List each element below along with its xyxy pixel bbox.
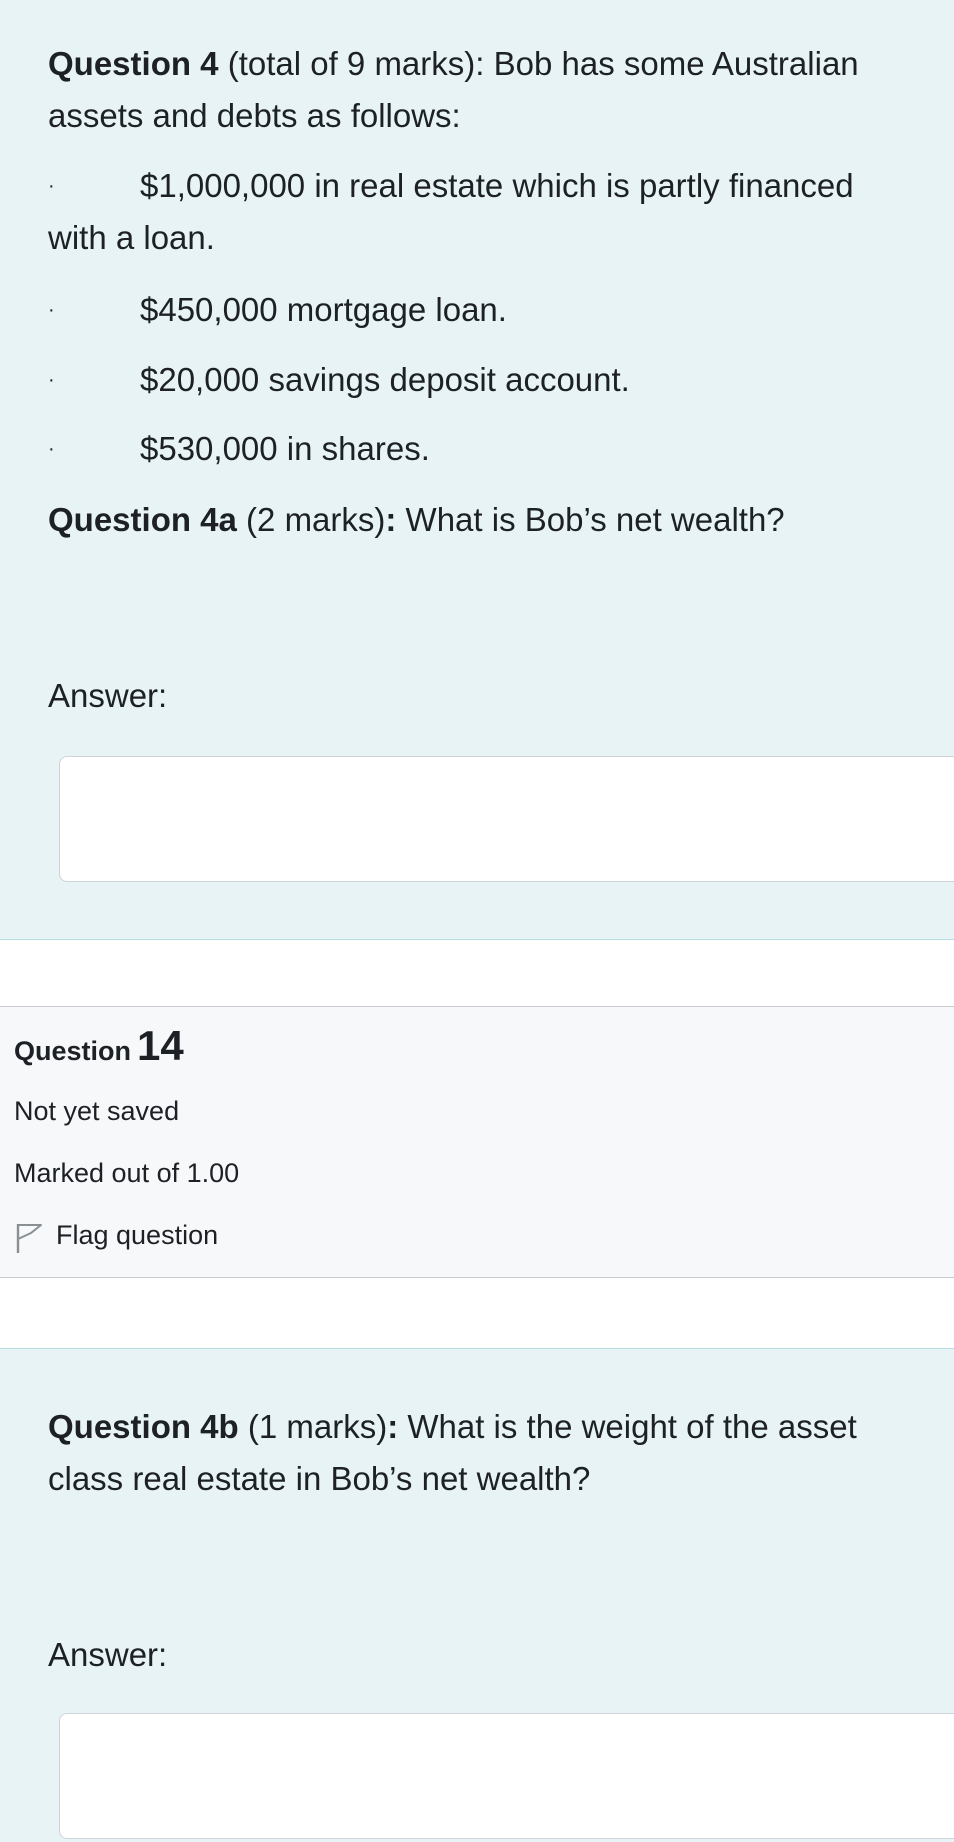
bullet-item-savings: · $20,000 savings deposit account. xyxy=(48,354,936,406)
bullet-item-mortgage: · $450,000 mortgage loan. xyxy=(48,284,936,336)
question-4a-colon: : xyxy=(385,501,397,538)
bullet-text: $450,000 mortgage loan. xyxy=(140,291,507,328)
bullet-dot: · xyxy=(48,438,55,460)
answer-label: Answer: xyxy=(48,1636,168,1673)
question-label: Question xyxy=(14,1036,132,1066)
question-number-heading: Question 14 xyxy=(14,1022,184,1070)
bullet-dot: · xyxy=(48,175,55,197)
answer-label: Answer: xyxy=(48,677,168,714)
bullet-dot: · xyxy=(48,369,55,391)
question-4b-bold: Question 4b xyxy=(48,1408,239,1445)
flag-question-link[interactable]: Flag question xyxy=(56,1220,218,1251)
question-4a-marks: (2 marks) xyxy=(236,501,386,538)
question-4-intro: Question 4 (total of 9 marks): Bob has s… xyxy=(48,38,936,142)
question-number: 14 xyxy=(137,1022,184,1069)
question-4b-colon: : xyxy=(387,1408,399,1445)
bullet-text: $20,000 savings deposit account. xyxy=(140,361,630,398)
question-4b-prompt: Question 4b (1 marks): What is the weigh… xyxy=(48,1401,936,1505)
question-4a-bold: Question 4a xyxy=(48,501,237,538)
bullet-text: $530,000 in shares. xyxy=(140,430,430,467)
bullet-item-real-estate: · $1,000,000 in real estate which is par… xyxy=(48,160,936,212)
question-4a-text: What is Bob’s net wealth? xyxy=(396,501,785,538)
question-4a-prompt: Question 4a (2 marks): What is Bob’s net… xyxy=(48,494,936,546)
flag-icon[interactable] xyxy=(14,1222,44,1254)
answer-input-4a[interactable] xyxy=(59,756,954,882)
question-save-status: Not yet saved xyxy=(14,1096,180,1126)
bullet-item-shares: · $530,000 in shares. xyxy=(48,423,936,475)
question-4b-text-block: Question 4b (1 marks): What is the weigh… xyxy=(0,1348,954,1842)
answer-input-4b[interactable] xyxy=(59,1713,954,1839)
question-4-text-block: Question 4 (total of 9 marks): Bob has s… xyxy=(0,0,954,940)
bullet-dot: · xyxy=(48,299,55,321)
bullet-text: $1,000,000 in real estate which is partl… xyxy=(140,167,854,204)
question-4-intro-bold: Question 4 xyxy=(48,45,219,82)
question-marks: Marked out of 1.00 xyxy=(14,1158,240,1188)
question-4b-marks: (1 marks) xyxy=(238,1408,388,1445)
bullet-item-real-estate-continuation: with a loan. xyxy=(48,219,215,256)
